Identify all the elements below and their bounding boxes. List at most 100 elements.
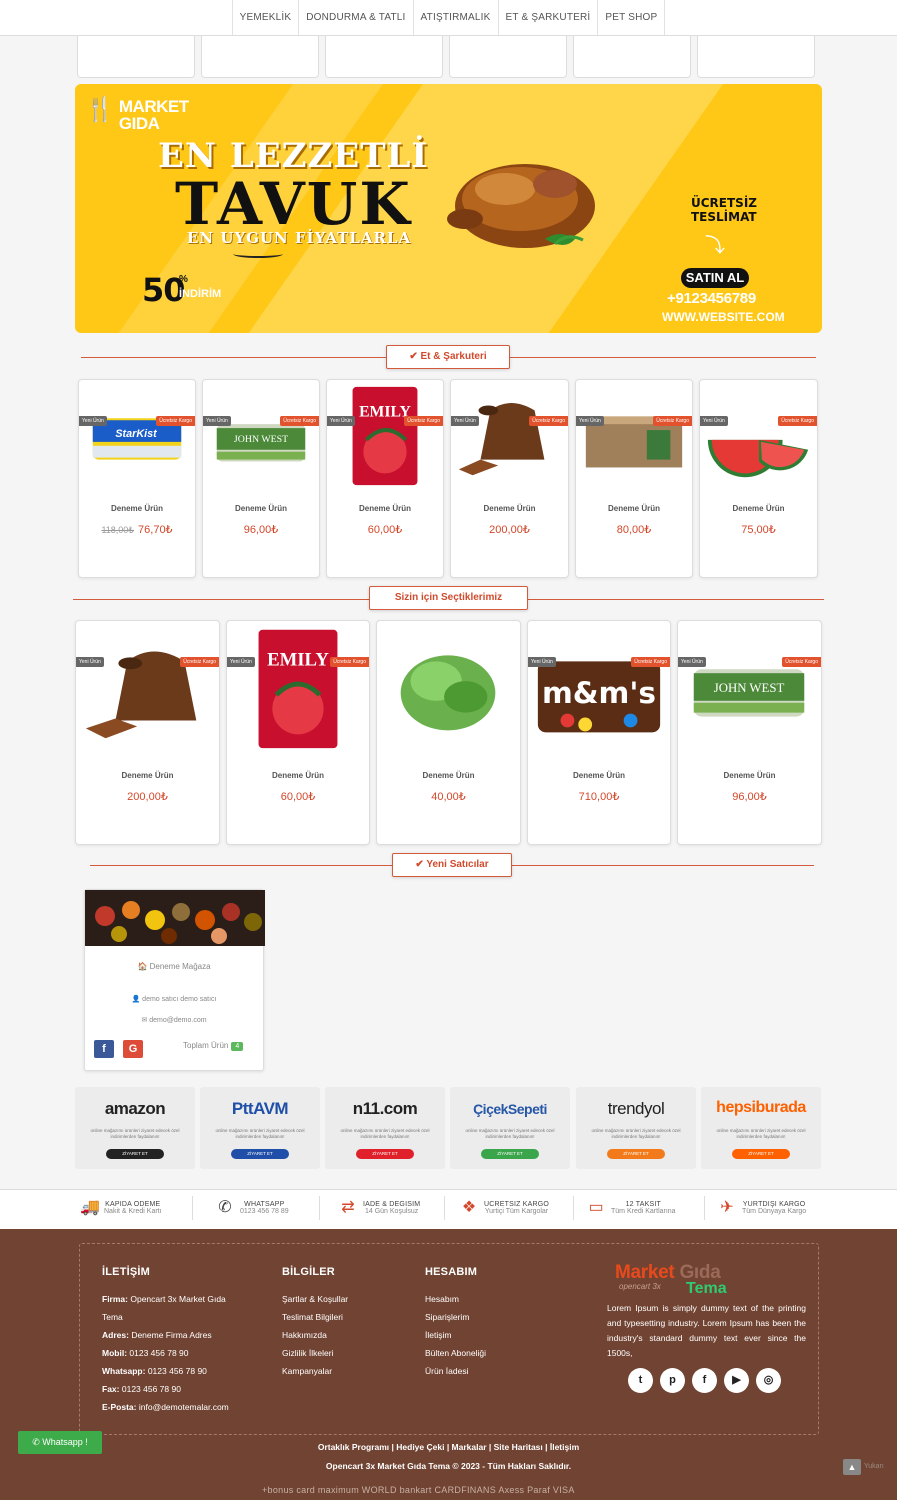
product-card-bottom[interactable]: [77, 36, 195, 78]
new-price: 76,70₺: [138, 524, 173, 536]
seller-person-row: 👤 demo satıcı demo satıcı: [85, 995, 263, 1003]
product-name[interactable]: Deneme Ürün: [528, 771, 670, 780]
free-line1: ÜCRETSİZ: [691, 196, 757, 210]
brand-tema: Tema: [686, 1280, 727, 1297]
nav-pet-shop[interactable]: PET SHOP: [598, 0, 666, 35]
store-card-hepsiburada[interactable]: hepsiburada online mağazımı ürünleri ziy…: [701, 1087, 821, 1169]
seller-store-name[interactable]: Deneme Mağaza: [150, 962, 211, 971]
product-card[interactable]: Deneme Ürün 40,00₺: [376, 620, 521, 845]
product-card[interactable]: Yeni Ürün Ücretsiz Kargo EMILY Deneme Ür…: [226, 620, 370, 845]
visit-button[interactable]: ZİYARET ET: [481, 1149, 539, 1159]
footer-link-bulten[interactable]: Bülten Aboneliği: [425, 1344, 486, 1362]
product-name[interactable]: Deneme Ürün: [678, 771, 821, 780]
product-name[interactable]: Deneme Ürün: [700, 504, 817, 513]
product-name[interactable]: Deneme Ürün: [227, 771, 369, 780]
whatsapp-icon: ✆: [218, 1199, 232, 1216]
twitter-icon[interactable]: t: [628, 1368, 653, 1393]
old-price: 118,00₺: [101, 525, 135, 535]
credit-card-icon: ▭: [588, 1199, 604, 1216]
footer-bottom-links[interactable]: Ortaklık Programı | Hediye Çeki | Markal…: [0, 1442, 897, 1452]
nav-atistirmalik[interactable]: ATIŞTIRMALIK: [414, 0, 499, 35]
visit-button[interactable]: ZİYARET ET: [732, 1149, 790, 1159]
product-card[interactable]: Yeni Ürün Ücretsiz Kargo Deneme Ürün 200…: [75, 620, 220, 845]
new-product-badge: Yeni Ürün: [227, 657, 255, 667]
whatsapp-float-button[interactable]: ✆ Whatsapp !: [18, 1431, 102, 1454]
buy-button[interactable]: SATIN AL: [681, 268, 749, 288]
nav-dondurma-tatli[interactable]: DONDURMA & TATLI: [299, 0, 414, 35]
product-card-bottom[interactable]: [325, 36, 443, 78]
footer-link-kampanyalar[interactable]: Kampanyalar: [282, 1362, 332, 1380]
product-card[interactable]: Yeni Ürün Ücretsiz Kargo JOHN WEST Denem…: [202, 379, 320, 578]
footer-link-siparislerim[interactable]: Siparişlerim: [425, 1308, 469, 1326]
store-card-ciceksepeti[interactable]: ÇiçekSepeti online mağazımı ürünleri ziy…: [450, 1087, 570, 1169]
product-image-mms: m&m's: [537, 661, 661, 733]
footer-link-gizlilik[interactable]: Gizlilik İlkeleri: [282, 1344, 333, 1362]
store-card-trendyol[interactable]: trendyol online mağazımı ürünleri ziyare…: [576, 1087, 696, 1169]
product-name[interactable]: Deneme Ürün: [451, 504, 568, 513]
dropbox-icon: ❖: [461, 1199, 477, 1216]
new-product-badge: Yeni Ürün: [451, 416, 479, 426]
product-price: 200,00₺: [127, 791, 168, 803]
nav-yemeklik[interactable]: YEMEKLİK: [231, 0, 300, 35]
instagram-icon[interactable]: ◎: [756, 1368, 781, 1393]
contact-adres: Adres: Deneme Firma Adres: [102, 1326, 212, 1344]
label: Fax:: [102, 1384, 120, 1394]
contact-firma-cont: Tema: [102, 1312, 123, 1322]
google-plus-button[interactable]: G: [123, 1040, 143, 1058]
free-shipping-badge: Ücretsiz Kargo: [156, 416, 195, 426]
product-card-bottom[interactable]: [573, 36, 691, 78]
facebook-icon[interactable]: f: [692, 1368, 717, 1393]
nav-et-sarkuteri[interactable]: ET & ŞARKUTERİ: [499, 0, 599, 35]
visit-button[interactable]: ZİYARET ET: [106, 1149, 164, 1159]
product-image-box: [585, 416, 683, 468]
visit-button[interactable]: ZİYARET ET: [356, 1149, 414, 1159]
new-product-badge: Yeni Ürün: [528, 657, 556, 667]
product-card-bottom[interactable]: [449, 36, 567, 78]
product-card[interactable]: Yeni Ürün Ücretsiz Kargo JOHN WEST Denem…: [677, 620, 822, 845]
product-name[interactable]: Deneme Ürün: [377, 771, 520, 780]
free-delivery-label: ÜCRETSİZ TESLİMAT: [691, 196, 757, 224]
seller-card[interactable]: 🏠 Deneme Mağaza 👤 demo satıcı demo satıc…: [84, 889, 265, 1071]
product-price: 75,00₺: [741, 524, 776, 536]
feature-subtitle: 0123 456 78 89: [240, 1208, 289, 1215]
value: 0123 456 78 90: [121, 1384, 181, 1394]
product-price: 96,00₺: [732, 791, 767, 803]
footer-link-iletisim[interactable]: İletişim: [425, 1326, 451, 1344]
product-name[interactable]: Deneme Ürün: [576, 504, 692, 513]
product-name[interactable]: Deneme Ürün: [203, 504, 319, 513]
footer-link-sartlar[interactable]: Şartlar & Koşullar: [282, 1290, 348, 1308]
feature-international: ✈ YURTDIŞI KARGO Tüm Dünyaya Kargo: [718, 1196, 806, 1220]
promo-banner[interactable]: 🍴 MARKET GIDA EN LEZZETLİ TAVUK EN UYGUN…: [75, 84, 822, 333]
product-card[interactable]: Yeni Ürün Ücretsiz Kargo Deneme Ürün 80,…: [575, 379, 693, 578]
product-card[interactable]: Yeni Ürün Ücretsiz Kargo m&m's Deneme Ür…: [527, 620, 671, 845]
store-card-amazon[interactable]: amazon online mağazımı ürünleri ziyaret …: [75, 1087, 195, 1169]
visit-button[interactable]: ZİYARET ET: [607, 1149, 665, 1159]
product-name[interactable]: Deneme Ürün: [79, 504, 195, 513]
product-card-bottom[interactable]: [697, 36, 815, 78]
value[interactable]: info@demotemalar.com: [139, 1402, 229, 1412]
footer-link-urun-iadesi[interactable]: Ürün İadesi: [425, 1362, 468, 1380]
store-card-pttavm[interactable]: PttAVM online mağazımı ürünleri ziyaret …: [200, 1087, 320, 1169]
product-image-tuna-can: JOHN WEST: [693, 669, 805, 717]
youtube-icon[interactable]: ▶: [724, 1368, 749, 1393]
product-card[interactable]: Yeni Ürün Ücretsiz Kargo StarKist Deneme…: [78, 379, 196, 578]
free-shipping-badge: Ücretsiz Kargo: [180, 657, 219, 667]
product-name[interactable]: Deneme Ürün: [76, 771, 219, 780]
product-card-bottom[interactable]: [201, 36, 319, 78]
scroll-up-label[interactable]: Yukarı: [864, 1463, 884, 1470]
store-card-n11[interactable]: n11.com online mağazımı ürünleri ziyaret…: [325, 1087, 445, 1169]
visit-button[interactable]: ZİYARET ET: [231, 1149, 289, 1159]
product-card[interactable]: Yeni Ürün Ücretsiz Kargo EMILY Deneme Ür…: [326, 379, 444, 578]
scroll-up-icon[interactable]: ▲: [843, 1459, 861, 1475]
feature-title: IADE & DEGISIM: [363, 1201, 421, 1208]
product-name[interactable]: Deneme Ürün: [327, 504, 443, 513]
facebook-button[interactable]: f: [94, 1040, 114, 1058]
pinterest-icon[interactable]: p: [660, 1368, 685, 1393]
product-card[interactable]: Yeni Ürün Ücretsiz Kargo Deneme Ürün 200…: [450, 379, 569, 578]
product-card[interactable]: Yeni Ürün Ücretsiz Kargo Deneme Ürün 75,…: [699, 379, 818, 578]
footer-link-teslimat[interactable]: Teslimat Bilgileri: [282, 1308, 343, 1326]
footer-link-hakkimizda[interactable]: Hakkımızda: [282, 1326, 327, 1344]
banner-website: WWW.WEBSITE.COM: [662, 310, 785, 324]
footer-link-hesabim[interactable]: Hesabım: [425, 1290, 459, 1308]
free-shipping-badge: Ücretsiz Kargo: [404, 416, 443, 426]
